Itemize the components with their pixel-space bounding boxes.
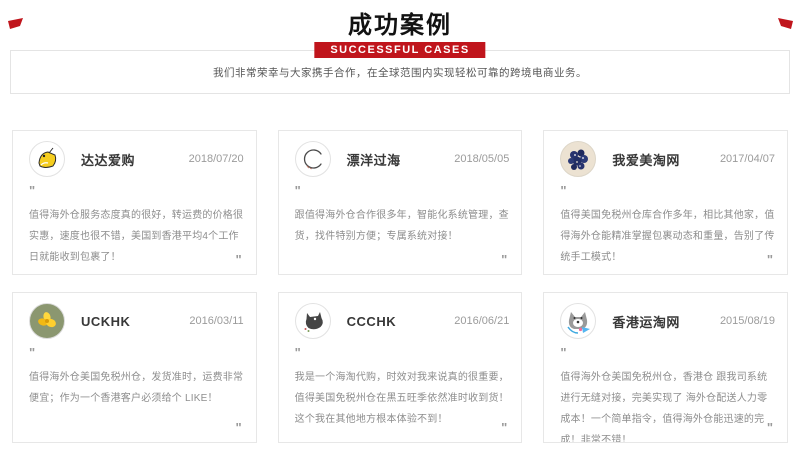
client-name: 香港运淘网 — [612, 312, 680, 331]
open-quote-mark: " — [295, 186, 510, 196]
review-date: 2016/03/11 — [189, 315, 243, 327]
blue-flowers-avatar — [560, 141, 596, 177]
red-ribbon-decoration-left — [8, 17, 23, 29]
testimonial-card: 我爱美淘网 2017/04/07 " 值得美国免税州仓库合作多年，相比其他家，值… — [543, 130, 788, 275]
client-name: 我爱美淘网 — [612, 150, 680, 169]
review-date: 2017/04/07 — [720, 153, 775, 165]
open-quote-mark: " — [29, 186, 244, 196]
review-text: 值得海外仓美国免税州仓，发货准时，运费非常便宜；作为一个香港客户必须给个 LIK… — [29, 367, 244, 409]
client-name: UCKHK — [81, 314, 130, 329]
dada-mascot-avatar — [29, 141, 65, 177]
review-date: 2018/07/20 — [189, 153, 244, 165]
testimonial-card: 香港运淘网 2015/08/19 " 值得海外仓美国免税州仓，香港仓 跟我司系统… — [543, 292, 788, 443]
card-header: 我爱美淘网 2017/04/07 — [560, 141, 775, 177]
intro-box: SUCCESSFUL CASES 我们非常荣幸与大家携手合作，在全球范围内实现轻… — [10, 50, 790, 94]
review-text: 值得海外仓服务态度真的很好，转运费的价格很实惠，速度也很不错，美国到香港平均4个… — [29, 205, 244, 268]
tagline-badge: SUCCESSFUL CASES — [314, 42, 485, 58]
close-quote-mark: " — [501, 252, 507, 267]
cat-doodle-avatar — [295, 303, 331, 339]
card-header: UCKHK 2016/03/11 — [29, 303, 244, 339]
testimonial-card: 漂洋过海 2018/05/05 " 跟值得海外仓合作很多年，智能化系统管理，查货… — [278, 130, 523, 275]
card-header: CCCHK 2016/06/21 — [295, 303, 510, 339]
review-text: 值得美国免税州仓库合作多年，相比其他家，值得海外仓能精准掌握包裹动态和重量，告别… — [560, 205, 775, 268]
close-quote-mark: " — [767, 252, 773, 267]
circle-sketch-avatar — [295, 141, 331, 177]
close-quote-mark: " — [235, 252, 241, 267]
review-date: 2015/08/19 — [720, 315, 775, 327]
husky-mascot-avatar — [560, 303, 596, 339]
testimonial-grid: 达达爱购 2018/07/20 " 值得海外仓服务态度真的很好，转运费的价格很实… — [12, 130, 788, 443]
client-name: 漂洋过海 — [347, 150, 401, 169]
review-date: 2016/06/21 — [454, 315, 509, 327]
red-ribbon-decoration-right — [778, 17, 793, 29]
testimonial-card: 达达爱购 2018/07/20 " 值得海外仓服务态度真的很好，转运费的价格很实… — [12, 130, 257, 275]
card-header: 达达爱购 2018/07/20 — [29, 141, 244, 177]
close-quote-mark: " — [501, 420, 507, 435]
review-text: 跟值得海外仓合作很多年，智能化系统管理，查货，找件特别方便；专属系统对接！ — [295, 205, 510, 247]
close-quote-mark: " — [235, 420, 241, 435]
section-title: 成功案例 — [0, 13, 800, 39]
successful-cases-section: { "header": { "title": "成功案例", "tagline"… — [0, 13, 800, 455]
client-name: 达达爱购 — [81, 150, 135, 169]
close-quote-mark: " — [767, 420, 773, 435]
card-header: 漂洋过海 2018/05/05 — [295, 141, 510, 177]
open-quote-mark: " — [295, 348, 510, 358]
open-quote-mark: " — [560, 348, 775, 358]
review-text: 我是一个海淘代购，时效对我来说真的很重要，值得美国免税州仓在黑五旺季依然准时收到… — [295, 367, 510, 430]
open-quote-mark: " — [29, 348, 244, 358]
testimonial-card: UCKHK 2016/03/11 " 值得海外仓美国免税州仓，发货准时，运费非常… — [12, 292, 257, 443]
review-date: 2018/05/05 — [454, 153, 509, 165]
yellow-flower-avatar — [29, 303, 65, 339]
open-quote-mark: " — [560, 186, 775, 196]
review-text: 值得海外仓美国免税州仓，香港仓 跟我司系统进行无缝对接，完美实现了 海外仓配送人… — [560, 367, 775, 443]
client-name: CCCHK — [347, 314, 396, 329]
testimonial-card: CCCHK 2016/06/21 " 我是一个海淘代购，时效对我来说真的很重要，… — [278, 292, 523, 443]
card-header: 香港运淘网 2015/08/19 — [560, 303, 775, 339]
